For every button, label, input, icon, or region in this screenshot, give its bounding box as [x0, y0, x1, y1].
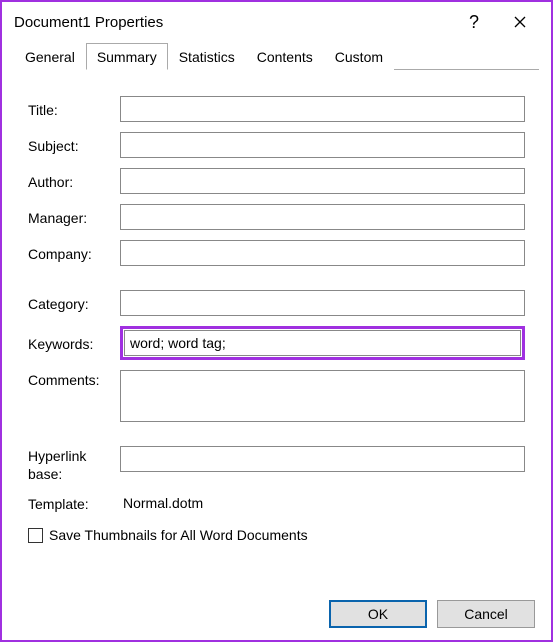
titlebar: Document1 Properties ? [2, 2, 551, 42]
hyperlink-base-label: Hyperlink base: [28, 446, 120, 483]
ok-button[interactable]: OK [329, 600, 427, 628]
manager-field[interactable] [120, 204, 525, 230]
tab-custom[interactable]: Custom [324, 43, 394, 70]
button-bar: OK Cancel [329, 600, 535, 628]
close-button[interactable] [497, 2, 543, 42]
properties-dialog: Document1 Properties ? General Summary S… [0, 0, 553, 642]
tab-statistics[interactable]: Statistics [168, 43, 246, 70]
company-field[interactable] [120, 240, 525, 266]
keywords-field[interactable] [124, 330, 521, 356]
hyperlink-base-field[interactable] [120, 446, 525, 472]
keywords-highlight [120, 326, 525, 360]
title-label: Title: [28, 100, 120, 118]
tab-contents[interactable]: Contents [246, 43, 324, 70]
company-label: Company: [28, 244, 120, 262]
save-thumbnails-checkbox[interactable] [28, 528, 43, 543]
help-icon: ? [469, 12, 479, 33]
help-button[interactable]: ? [451, 2, 497, 42]
category-label: Category: [28, 294, 120, 312]
tab-summary[interactable]: Summary [86, 43, 168, 70]
comments-field[interactable] [120, 370, 525, 422]
summary-panel: Title: Subject: Author: Manager: Company… [2, 70, 551, 553]
subject-field[interactable] [120, 132, 525, 158]
author-label: Author: [28, 172, 120, 190]
tab-row: General Summary Statistics Contents Cust… [14, 42, 539, 70]
window-title: Document1 Properties [14, 14, 451, 31]
tab-general[interactable]: General [14, 43, 86, 70]
close-icon [514, 16, 526, 28]
cancel-button[interactable]: Cancel [437, 600, 535, 628]
subject-label: Subject: [28, 136, 120, 154]
template-value: Normal.dotm [120, 493, 525, 513]
comments-label: Comments: [28, 370, 120, 388]
category-field[interactable] [120, 290, 525, 316]
keywords-label: Keywords: [28, 334, 120, 352]
save-thumbnails-label: Save Thumbnails for All Word Documents [49, 527, 308, 543]
author-field[interactable] [120, 168, 525, 194]
manager-label: Manager: [28, 208, 120, 226]
title-field[interactable] [120, 96, 525, 122]
template-label: Template: [28, 494, 120, 512]
